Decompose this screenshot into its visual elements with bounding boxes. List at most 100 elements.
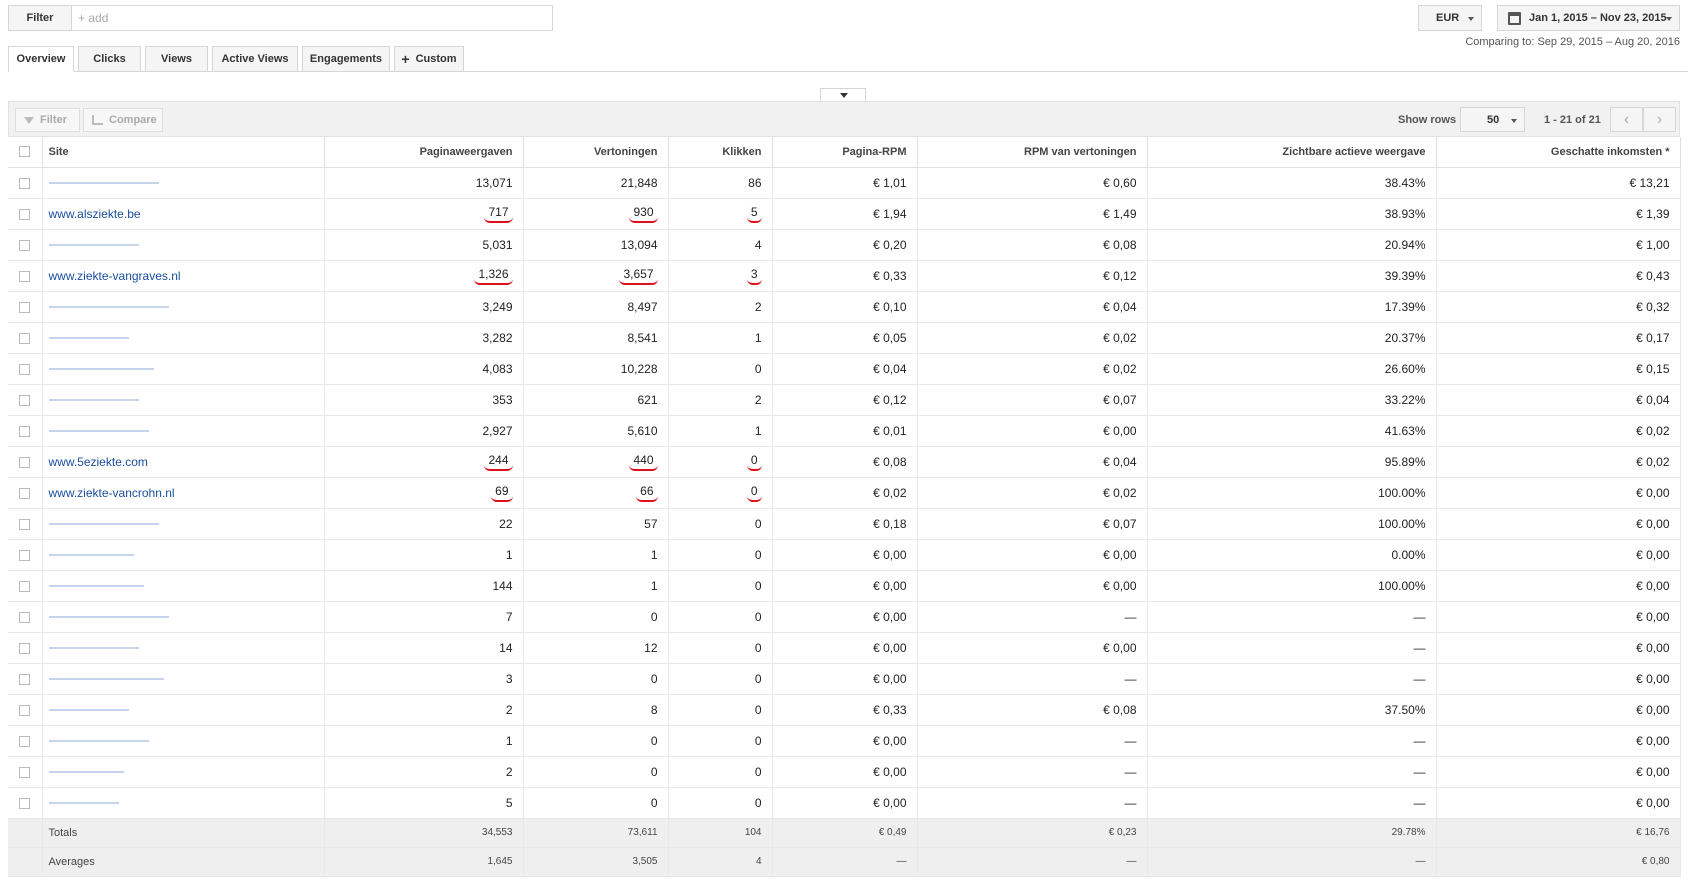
cell-value: 13,071 xyxy=(475,175,513,190)
row-checkbox[interactable] xyxy=(19,518,31,530)
cell-c4: € 0,00 xyxy=(772,663,918,695)
site-cell[interactable] xyxy=(42,632,325,664)
underlined-value: 3,657 xyxy=(619,267,658,285)
filter-input[interactable] xyxy=(72,5,553,31)
cell-value: € 0,18 xyxy=(873,516,907,531)
cell-c4: € 0,20 xyxy=(772,229,918,261)
site-cell[interactable] xyxy=(42,322,325,354)
filter-button[interactable]: Filter xyxy=(8,5,72,31)
site-cell[interactable] xyxy=(42,167,325,199)
site-cell[interactable] xyxy=(42,694,325,726)
site-cell[interactable]: www.alsziekte.be xyxy=(42,198,325,230)
redacted-site xyxy=(48,337,129,340)
site-cell[interactable] xyxy=(42,539,325,571)
row-checkbox[interactable] xyxy=(19,332,31,344)
row-checkbox[interactable] xyxy=(19,301,31,313)
tab-custom[interactable]: + Custom xyxy=(394,46,464,72)
site-cell[interactable] xyxy=(42,384,325,416)
row-checkbox[interactable] xyxy=(19,549,31,561)
redacted-site xyxy=(48,523,159,526)
row-checkbox[interactable] xyxy=(19,735,31,747)
row-checkbox-cell xyxy=(8,229,43,261)
row-checkbox[interactable] xyxy=(19,456,31,468)
tab-active-views[interactable]: Active Views xyxy=(212,46,298,72)
currency-select[interactable]: EUR xyxy=(1418,5,1482,31)
cell-value: € 0,08 xyxy=(1103,702,1137,717)
rows-per-page-select[interactable]: 50 xyxy=(1460,107,1525,132)
row-checkbox[interactable] xyxy=(19,363,31,375)
tab-views[interactable]: Views xyxy=(145,46,208,72)
row-checkbox[interactable] xyxy=(19,239,31,251)
site-cell[interactable]: www.5eziekte.com xyxy=(42,446,325,478)
table-filter-button[interactable]: Filter xyxy=(15,108,80,132)
site-cell[interactable] xyxy=(42,725,325,757)
cell-value: 8 xyxy=(650,702,658,717)
row-checkbox[interactable] xyxy=(19,766,31,778)
cell-value: 3 xyxy=(505,671,513,686)
row-checkbox[interactable] xyxy=(19,797,31,809)
table-row: 2 0 0 € 0,00 — — € 0,00 xyxy=(8,756,1681,788)
column-header-rpm-vertoningen[interactable]: RPM van vertoningen xyxy=(917,137,1148,168)
column-header-vertoningen[interactable]: Vertoningen xyxy=(523,137,669,168)
row-checkbox[interactable] xyxy=(19,270,31,282)
site-link[interactable]: www.alsziekte.be xyxy=(49,207,141,221)
cell-value: € 0,00 xyxy=(1636,795,1670,810)
site-cell[interactable] xyxy=(42,787,325,819)
row-checkbox[interactable] xyxy=(19,611,31,623)
select-all-checkbox[interactable] xyxy=(19,146,31,158)
cell-c2: 21,848 xyxy=(523,167,669,199)
site-link[interactable]: www.ziekte-vangraves.nl xyxy=(49,269,181,283)
row-checkbox[interactable] xyxy=(19,580,31,592)
column-header-site[interactable]: Site xyxy=(42,137,325,168)
site-cell[interactable]: www.ziekte-vangraves.nl xyxy=(42,260,325,292)
cell-c5: € 0,00 xyxy=(917,415,1148,447)
tab-clicks[interactable]: Clicks xyxy=(78,46,141,72)
row-checkbox[interactable] xyxy=(19,487,31,499)
calendar-icon xyxy=(1508,11,1521,25)
row-checkbox[interactable] xyxy=(19,642,31,654)
site-cell[interactable] xyxy=(42,229,325,261)
site-cell[interactable] xyxy=(42,508,325,540)
site-cell[interactable] xyxy=(42,663,325,695)
site-cell[interactable] xyxy=(42,353,325,385)
site-cell[interactable] xyxy=(42,415,325,447)
cell-value: 1 xyxy=(505,733,513,748)
compare-button[interactable]: Compare xyxy=(83,108,163,132)
site-cell[interactable] xyxy=(42,601,325,633)
cell-value: € 1,49 xyxy=(1103,206,1137,221)
row-checkbox[interactable] xyxy=(19,177,31,189)
site-cell[interactable]: www.ziekte-vancrohn.nl xyxy=(42,477,325,509)
column-header-klikken[interactable]: Klikken xyxy=(668,137,773,168)
cell-value: 2,927 xyxy=(482,423,513,438)
row-checkbox[interactable] xyxy=(19,673,31,685)
tab-engagements[interactable]: Engagements xyxy=(302,46,390,72)
currency-label: EUR xyxy=(1436,12,1460,24)
next-page-button[interactable]: › xyxy=(1643,107,1676,132)
cell-c6: — xyxy=(1147,632,1437,664)
table-row: 1 0 0 € 0,00 — — € 0,00 xyxy=(8,725,1681,757)
site-cell[interactable] xyxy=(42,291,325,323)
row-checkbox[interactable] xyxy=(19,425,31,437)
date-range-picker[interactable]: Jan 1, 2015 – Nov 23, 2015 xyxy=(1497,5,1680,31)
cell-c1: 69 xyxy=(324,477,524,509)
cell-c5: € 0,12 xyxy=(917,260,1148,292)
row-checkbox[interactable] xyxy=(19,394,31,406)
row-checkbox[interactable] xyxy=(19,704,31,716)
site-cell[interactable] xyxy=(42,570,325,602)
column-header-zichtbare-actieve-weergave[interactable]: Zichtbare actieve weergave xyxy=(1147,137,1437,168)
redacted-site xyxy=(48,647,139,650)
collapse-chart-button[interactable] xyxy=(820,88,866,101)
column-header-geschatte-inkomsten[interactable]: Geschatte inkomsten * xyxy=(1436,137,1681,168)
previous-page-button[interactable]: ‹ xyxy=(1610,107,1643,132)
row-checkbox[interactable] xyxy=(19,208,31,220)
column-header-paginaweergaven[interactable]: Paginaweergaven xyxy=(324,137,524,168)
underlined-value: 244 xyxy=(484,453,513,471)
row-checkbox-cell xyxy=(8,539,43,571)
site-link[interactable]: www.ziekte-vancrohn.nl xyxy=(49,486,175,500)
site-cell[interactable] xyxy=(42,756,325,788)
cell-value: € 0,33 xyxy=(873,268,907,283)
column-header-pagina-rpm[interactable]: Pagina-RPM xyxy=(772,137,918,168)
tab-overview[interactable]: Overview xyxy=(8,46,74,72)
site-link[interactable]: www.5eziekte.com xyxy=(49,455,148,469)
cell-value: € 0,00 xyxy=(1636,640,1670,655)
